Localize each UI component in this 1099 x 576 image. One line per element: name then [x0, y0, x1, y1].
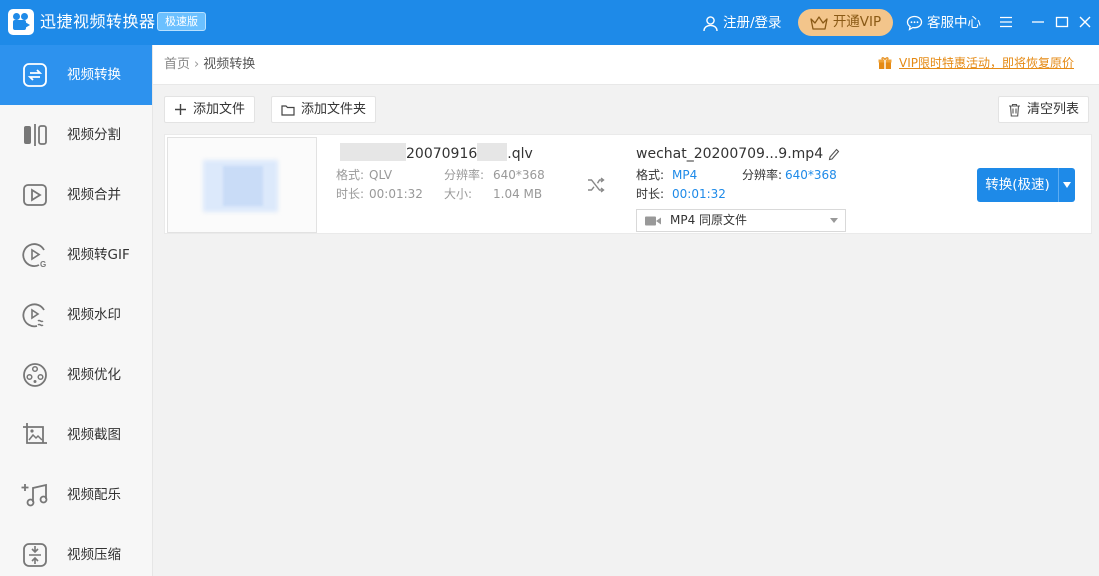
source-resolution-value: 640*368 [493, 168, 545, 182]
promo-link[interactable]: VIP限时特惠活动，即将恢复原价 [878, 54, 1074, 72]
sidebar-item-label: 视频截图 [67, 427, 121, 443]
maximize-icon[interactable] [1052, 12, 1072, 32]
convert-button[interactable]: 转换(极速) [977, 168, 1058, 202]
chevron-down-icon [830, 218, 838, 223]
sidebar-item-label: 视频分割 [67, 127, 121, 143]
convert-icon [23, 63, 47, 87]
vip-button[interactable]: 开通VIP [798, 9, 893, 36]
video-camera-icon [645, 216, 661, 226]
source-format-label: 格式: [336, 168, 365, 182]
source-size-value: 1.04 MB [493, 187, 543, 201]
music-icon [21, 483, 48, 507]
output-duration-label: 时长: [636, 187, 665, 201]
title-bar: 迅捷视频转换器 极速版 注册/登录 开通VIP 客服中心 [0, 0, 1099, 45]
svg-text:G: G [40, 260, 46, 269]
output-format-value: MP4 [672, 168, 698, 182]
output-preset-text: MP4 同原文件 [670, 213, 748, 227]
sidebar-item-watermark[interactable]: 视频水印 [0, 285, 152, 345]
sidebar-item-split[interactable]: 视频分割 [0, 105, 152, 165]
app-logo-icon [8, 9, 34, 35]
vip-label: 开通VIP [832, 14, 882, 30]
breadcrumb-home[interactable]: 首页 [164, 57, 190, 72]
output-resolution-label: 分辨率: [742, 168, 783, 182]
source-file-name: 20070916 .qlv [340, 143, 533, 164]
source-duration-value: 00:01:32 [369, 187, 423, 201]
clear-list-button[interactable]: 清空列表 [998, 96, 1090, 123]
screenshot-icon [23, 423, 47, 444]
source-size-label: 大小: [444, 187, 473, 201]
login-label: 注册/登录 [723, 15, 782, 31]
file-list-item: 20070916 .qlv 格式: QLV 分辨率: 640*368 时长: 00… [164, 134, 1092, 234]
sidebar-item-label: 视频转换 [67, 67, 121, 83]
split-icon [24, 124, 47, 146]
breadcrumb-separator: › [194, 57, 200, 72]
output-format-select[interactable]: MP4 同原文件 [636, 209, 846, 232]
sidebar-item-optimize[interactable]: 视频优化 [0, 345, 152, 405]
user-icon [703, 15, 718, 31]
add-folder-button[interactable]: 添加文件夹 [271, 96, 377, 123]
sidebar-item-gif[interactable]: G 视频转GIF [0, 225, 152, 285]
redacted-name-part [340, 143, 406, 161]
sidebar-item-label: 视频合并 [67, 187, 121, 203]
add-folder-label: 添加文件夹 [301, 102, 367, 117]
dropdown-arrow-icon [1063, 182, 1071, 188]
sidebar-item-music[interactable]: 视频配乐 [0, 465, 152, 525]
convert-dropdown-button[interactable] [1058, 168, 1075, 202]
source-resolution-label: 分辨率: [444, 168, 485, 182]
add-file-button[interactable]: 添加文件 [164, 96, 256, 123]
sidebar-item-label: 视频配乐 [67, 487, 121, 503]
breadcrumb-bar: 首页 › 视频转换 VIP限时特惠活动，即将恢复原价 [153, 45, 1099, 85]
sidebar-item-compress[interactable]: 视频压缩 [0, 525, 152, 576]
service-label: 客服中心 [927, 15, 981, 31]
service-link[interactable]: 客服中心 [906, 13, 981, 33]
sidebar-item-label: 视频优化 [67, 367, 121, 383]
video-thumbnail[interactable] [167, 137, 317, 233]
optimize-icon [23, 363, 47, 387]
sidebar-item-screenshot[interactable]: 视频截图 [0, 405, 152, 465]
breadcrumb-current: 视频转换 [203, 57, 256, 72]
sidebar: 视频转换 视频分割 视频合并 G 视频转GIF 视频水印 视频优化 视频截图 视… [0, 45, 153, 576]
minimize-icon[interactable] [1028, 12, 1048, 32]
menu-icon[interactable] [996, 12, 1016, 32]
source-duration-label: 时长: [336, 187, 365, 201]
sidebar-item-label: 视频转GIF [67, 247, 130, 263]
gif-icon: G [22, 243, 46, 269]
app-title: 迅捷视频转换器 [40, 12, 156, 31]
trash-icon [1009, 103, 1020, 117]
output-resolution-value: 640*368 [785, 168, 837, 182]
plus-icon [175, 104, 186, 115]
folder-icon [281, 104, 295, 116]
edition-badge: 极速版 [157, 12, 206, 31]
add-file-label: 添加文件 [193, 102, 246, 117]
close-icon[interactable] [1075, 12, 1095, 32]
edit-icon[interactable] [828, 148, 840, 161]
merge-icon [23, 184, 47, 206]
compress-icon [23, 543, 47, 567]
sidebar-item-label: 视频水印 [67, 307, 121, 323]
sidebar-item-label: 视频压缩 [67, 547, 121, 563]
source-format-value: QLV [369, 168, 393, 182]
redacted-name-part [477, 143, 508, 161]
crown-icon [810, 15, 828, 30]
chat-icon [906, 15, 923, 31]
output-duration-value: 00:01:32 [672, 187, 726, 201]
output-file-name: wechat_20200709...9.mp4 [636, 144, 840, 164]
breadcrumb: 首页 › 视频转换 [164, 56, 255, 74]
output-name-text: wechat_20200709...9.mp4 [636, 146, 824, 162]
promo-text: VIP限时特惠活动，即将恢复原价 [899, 56, 1074, 70]
output-format-label: 格式: [636, 168, 665, 182]
shuffle-icon [588, 177, 605, 193]
clear-list-label: 清空列表 [1027, 102, 1080, 117]
sidebar-item-convert[interactable]: 视频转换 [0, 45, 152, 105]
sidebar-item-merge[interactable]: 视频合并 [0, 165, 152, 225]
login-link[interactable]: 注册/登录 [702, 13, 782, 33]
watermark-icon [22, 303, 45, 328]
gift-icon [878, 57, 892, 69]
